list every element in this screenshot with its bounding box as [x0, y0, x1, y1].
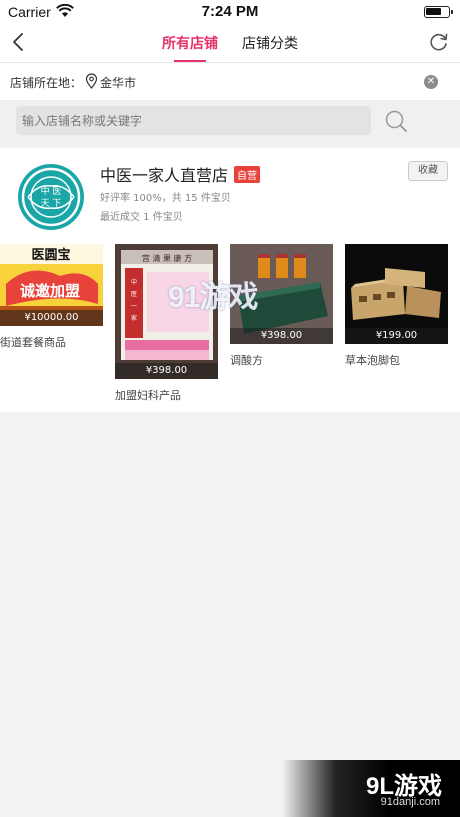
search-bar: [0, 100, 460, 142]
location-bar: 店铺所在地： 金华市 ✕: [0, 62, 460, 100]
svg-text:中 医: 中 医: [41, 185, 62, 197]
svg-text:宫 清 果 康 方: 宫 清 果 康 方: [142, 253, 192, 263]
svg-text:诚邀加盟: 诚邀加盟: [20, 282, 80, 300]
clear-location-icon[interactable]: ✕: [424, 75, 438, 89]
product-price: ¥398.00: [230, 328, 333, 344]
battery-icon: [424, 6, 453, 18]
svg-text:医: 医: [131, 291, 137, 298]
svg-text:天 下: 天 下: [41, 199, 62, 209]
product-price: ¥199.00: [345, 328, 448, 344]
watermark: 91游戏: [168, 281, 258, 314]
product-name[interactable]: 草本泡脚包: [345, 352, 448, 368]
watermark-corner: 9L游戏 91danji.com: [282, 760, 460, 817]
back-icon[interactable]: [8, 30, 30, 54]
location-label: 店铺所在地：: [10, 76, 83, 90]
shop-name[interactable]: 中医一家人直营店: [100, 162, 228, 186]
collect-button[interactable]: 收藏: [408, 161, 448, 181]
product-image[interactable]: 医圆宝 诚邀加盟 ¥10000.00: [0, 244, 103, 326]
shop-logo-image: 中 医 天 下: [21, 167, 81, 227]
location-pin-icon: [85, 73, 98, 89]
status-bar: Carrier 7:24 PM: [0, 0, 460, 24]
clock: 7:24 PM: [201, 3, 259, 20]
svg-text:家: 家: [131, 314, 137, 322]
self-operated-badge: 自营: [234, 166, 260, 183]
tab-shop-categories[interactable]: 店铺分类: [242, 33, 298, 53]
refresh-icon[interactable]: [428, 31, 450, 53]
product-card[interactable]: ¥199.00 草本泡脚包: [345, 244, 448, 368]
svg-text:中: 中: [131, 278, 137, 286]
product-card[interactable]: 医圆宝 诚邀加盟 ¥10000.00 街道套餐商品: [0, 244, 103, 350]
product-card[interactable]: 宫 清 果 康 方 中 医 一 家 ¥398.00 加盟妇科产品: [115, 244, 218, 403]
product-name[interactable]: 加盟妇科产品: [115, 387, 218, 403]
shop-rating: 好评率 100%，共 15 件宝贝: [100, 193, 231, 204]
search-icon[interactable]: [384, 109, 408, 133]
product-image[interactable]: ¥199.00: [345, 244, 448, 344]
location-city[interactable]: 金华市: [100, 74, 136, 91]
search-input[interactable]: [16, 106, 371, 135]
shop-recent-sales: 最近成交 1 件宝贝: [100, 212, 183, 223]
product-price: ¥398.00: [115, 363, 218, 379]
product-price: ¥10000.00: [0, 310, 103, 326]
shop-logo[interactable]: 中 医 天 下: [18, 164, 84, 230]
product-name[interactable]: 调酸方: [230, 352, 333, 368]
product-name[interactable]: 街道套餐商品: [0, 334, 103, 350]
watermark-url: 91danji.com: [380, 796, 440, 808]
tab-all-shops[interactable]: 所有店铺: [162, 33, 218, 62]
svg-text:医圆宝: 医圆宝: [31, 247, 70, 263]
nav-bar: 所有店铺 店铺分类: [0, 24, 460, 62]
svg-text:一: 一: [131, 303, 137, 310]
